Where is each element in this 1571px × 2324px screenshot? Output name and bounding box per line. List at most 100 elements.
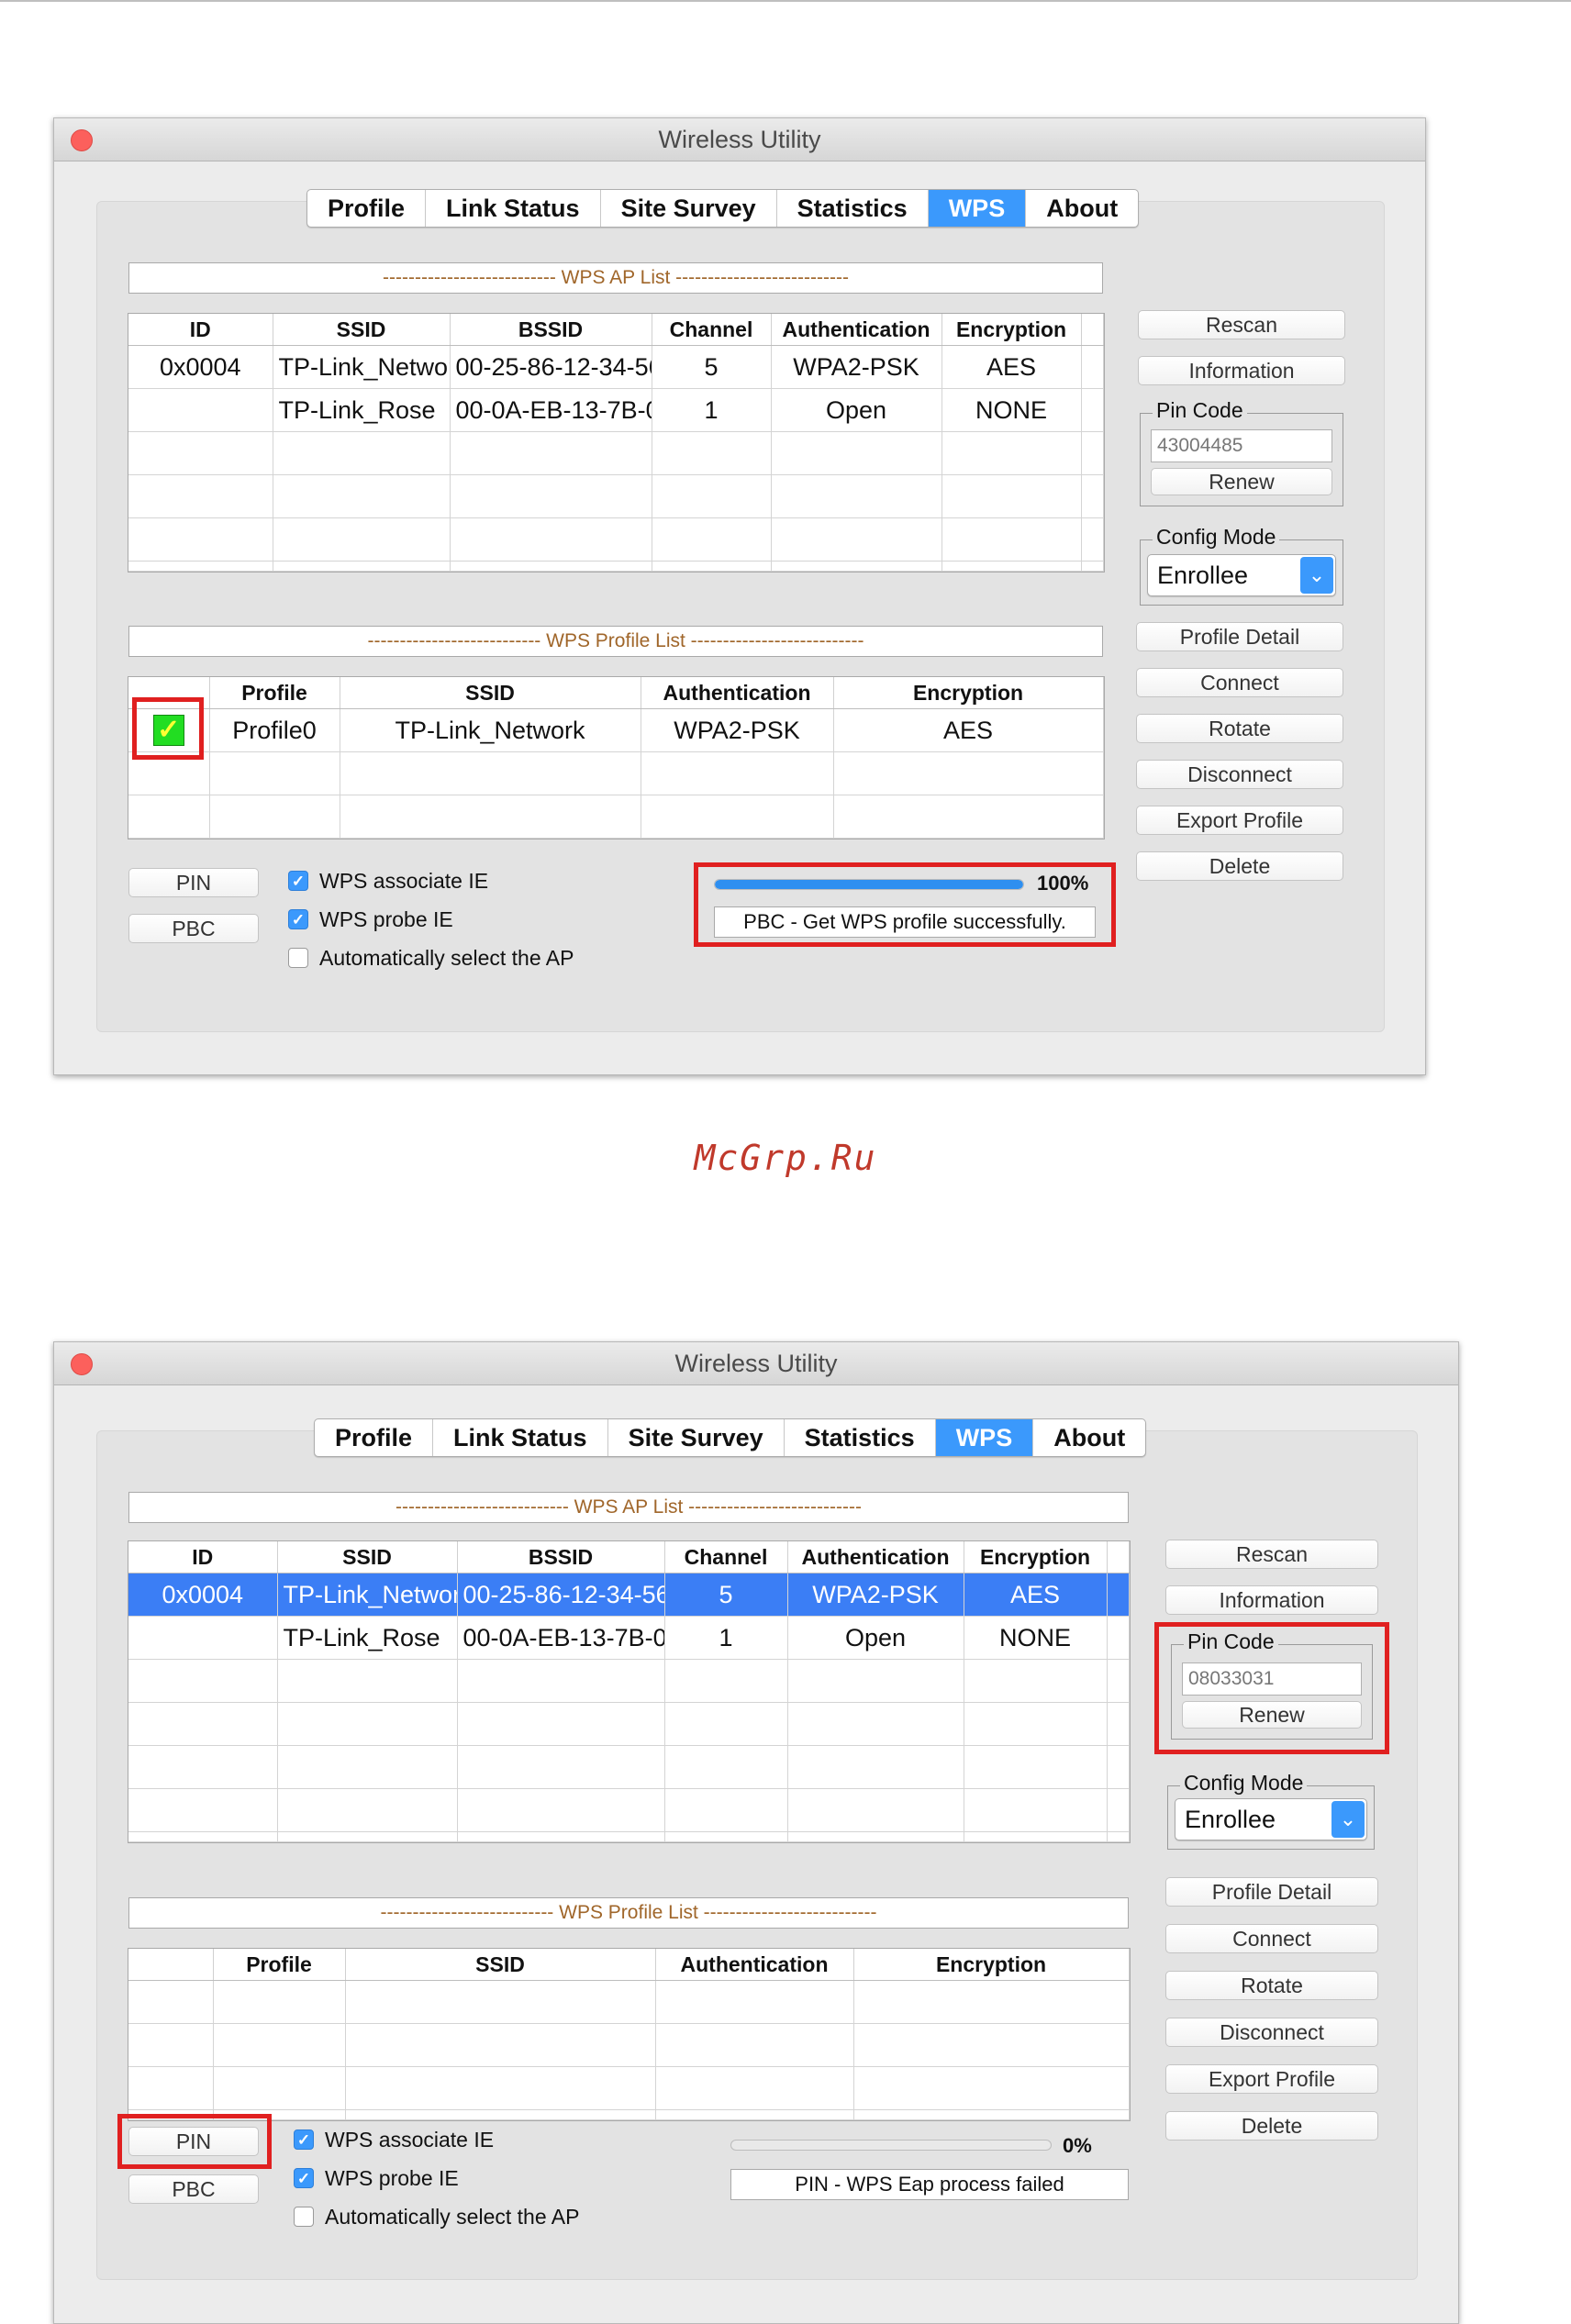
- information-button[interactable]: Information: [1165, 1585, 1378, 1615]
- ap-auth-cell: WPA2-PSK: [771, 345, 942, 389]
- column-header-ssid[interactable]: SSID: [273, 314, 451, 346]
- renew-button[interactable]: Renew: [1151, 468, 1332, 495]
- auto-select-ap-checkbox[interactable]: Automatically select the AP: [288, 943, 574, 973]
- empty-row: [128, 474, 1104, 518]
- tab-wps[interactable]: WPS: [928, 190, 1027, 227]
- tab-bar: Profile Link Status Site Survey Statisti…: [306, 189, 1140, 228]
- delete-button[interactable]: Delete: [1165, 2111, 1378, 2141]
- column-header-id[interactable]: ID: [128, 314, 273, 346]
- profile-detail-button[interactable]: Profile Detail: [1136, 622, 1343, 651]
- export-profile-button[interactable]: Export Profile: [1165, 2064, 1378, 2094]
- wps-associate-ie-checkbox[interactable]: ✓ WPS associate IE: [294, 2125, 494, 2154]
- window-titlebar: Wireless Utility: [54, 118, 1425, 161]
- empty-row: [128, 1788, 1130, 1832]
- close-window-icon[interactable]: [71, 1353, 93, 1375]
- tab-profile[interactable]: Profile: [315, 1419, 434, 1456]
- ap-ssid-cell: TP-Link_Network: [273, 345, 451, 389]
- tab-site-survey[interactable]: Site Survey: [601, 190, 777, 227]
- column-header-id[interactable]: ID: [128, 1541, 278, 1573]
- column-header-encryption[interactable]: Encryption: [941, 314, 1082, 346]
- pbc-button[interactable]: PBC: [128, 2174, 259, 2204]
- tab-about[interactable]: About: [1033, 1419, 1145, 1456]
- column-header-authentication[interactable]: Authentication: [771, 314, 942, 346]
- tab-link-status[interactable]: Link Status: [433, 1419, 608, 1456]
- column-header-encryption[interactable]: Encryption: [853, 1949, 1130, 1981]
- table-row[interactable]: ✓ Profile0 TP-Link_Network WPA2-PSK AES: [128, 708, 1104, 752]
- wps-ap-list-table: ID SSID BSSID Channel Authentication Enc…: [128, 1540, 1131, 1843]
- column-header-channel[interactable]: Channel: [652, 314, 772, 346]
- information-button[interactable]: Information: [1138, 356, 1345, 385]
- column-header-ssid[interactable]: SSID: [340, 677, 641, 709]
- empty-row: [128, 2023, 1130, 2067]
- tab-wps[interactable]: WPS: [935, 1419, 1034, 1456]
- tab-statistics[interactable]: Statistics: [777, 190, 929, 227]
- page-top-rule: [0, 0, 1571, 2]
- tab-site-survey[interactable]: Site Survey: [608, 1419, 785, 1456]
- column-header-authentication[interactable]: Authentication: [655, 1949, 854, 1981]
- highlight-box: [132, 697, 204, 760]
- watermark-text: McGrp.Ru: [694, 1138, 877, 1178]
- checkbox-label: WPS associate IE: [325, 2127, 495, 2152]
- ap-channel-cell: 1: [652, 388, 772, 432]
- rotate-button[interactable]: Rotate: [1136, 714, 1343, 743]
- close-window-icon[interactable]: [71, 129, 93, 151]
- wps-probe-ie-checkbox[interactable]: ✓ WPS probe IE: [294, 2163, 459, 2193]
- column-header-ssid[interactable]: SSID: [345, 1949, 656, 1981]
- column-header-status: [128, 1949, 214, 1981]
- column-header-authentication[interactable]: Authentication: [641, 677, 834, 709]
- connect-button[interactable]: Connect: [1136, 668, 1343, 697]
- table-row-selected[interactable]: 0x0004 TP-Link_Network 00-25-86-12-34-56…: [128, 1573, 1130, 1617]
- ap-id-cell: [128, 388, 273, 432]
- wps-probe-ie-checkbox[interactable]: ✓ WPS probe IE: [288, 905, 453, 934]
- wps-associate-ie-checkbox[interactable]: ✓ WPS associate IE: [288, 866, 488, 895]
- ap-encryption-cell: NONE: [941, 388, 1082, 432]
- highlight-box: [1154, 1622, 1389, 1754]
- column-header-bssid[interactable]: BSSID: [450, 314, 652, 346]
- wireless-utility-window-1: Wireless Utility Profile Link Status Sit…: [53, 117, 1426, 1075]
- column-header-authentication[interactable]: Authentication: [787, 1541, 964, 1573]
- column-header-encryption[interactable]: Encryption: [964, 1541, 1108, 1573]
- pbc-button[interactable]: PBC: [128, 914, 259, 943]
- column-header-channel[interactable]: Channel: [664, 1541, 788, 1573]
- export-profile-button[interactable]: Export Profile: [1136, 806, 1343, 835]
- config-mode-select[interactable]: Enrollee ⌄: [1147, 554, 1336, 596]
- table-row[interactable]: TP-Link_Rose 00-0A-EB-13-7B-00 1 Open NO…: [128, 1616, 1130, 1660]
- connect-button[interactable]: Connect: [1165, 1924, 1378, 1953]
- column-header-profile[interactable]: Profile: [209, 677, 340, 709]
- tab-about[interactable]: About: [1026, 190, 1138, 227]
- column-header-profile[interactable]: Profile: [213, 1949, 346, 1981]
- table-header-row: ID SSID BSSID Channel Authentication Enc…: [128, 1541, 1130, 1573]
- ap-encryption-cell: AES: [964, 1573, 1108, 1617]
- rescan-button[interactable]: Rescan: [1165, 1540, 1378, 1569]
- empty-row: [128, 751, 1104, 795]
- disconnect-button[interactable]: Disconnect: [1165, 2018, 1378, 2047]
- ap-auth-cell: Open: [787, 1616, 964, 1660]
- disconnect-button[interactable]: Disconnect: [1136, 760, 1343, 789]
- ap-id-cell: [128, 1616, 278, 1660]
- tab-profile[interactable]: Profile: [307, 190, 427, 227]
- ap-channel-cell: 5: [652, 345, 772, 389]
- wps-progress-percent: 0%: [1063, 2134, 1092, 2157]
- wps-progress-bar: [730, 2140, 1052, 2151]
- table-row[interactable]: TP-Link_Rose 00-0A-EB-13-7B-00 1 Open NO…: [128, 388, 1104, 432]
- tab-statistics[interactable]: Statistics: [785, 1419, 936, 1456]
- column-header-bssid[interactable]: BSSID: [457, 1541, 665, 1573]
- window-titlebar: Wireless Utility: [54, 1342, 1458, 1385]
- auto-select-ap-checkbox[interactable]: Automatically select the AP: [294, 2202, 579, 2231]
- table-header-row: ID SSID BSSID Channel Authentication Enc…: [128, 314, 1104, 346]
- column-header-ssid[interactable]: SSID: [277, 1541, 458, 1573]
- table-header-row: Profile SSID Authentication Encryption: [128, 677, 1104, 709]
- column-header-encryption[interactable]: Encryption: [833, 677, 1104, 709]
- tab-link-status[interactable]: Link Status: [426, 190, 601, 227]
- config-mode-select[interactable]: Enrollee ⌄: [1175, 1798, 1367, 1840]
- tab-bar: Profile Link Status Site Survey Statisti…: [314, 1418, 1147, 1457]
- pin-code-field[interactable]: 43004485: [1151, 429, 1332, 462]
- pin-button[interactable]: PIN: [128, 868, 259, 897]
- rotate-button[interactable]: Rotate: [1165, 1971, 1378, 2000]
- profile-detail-button[interactable]: Profile Detail: [1165, 1877, 1378, 1907]
- checkbox-label: Automatically select the AP: [319, 945, 574, 970]
- table-row[interactable]: 0x0004 TP-Link_Network 00-25-86-12-34-56…: [128, 345, 1104, 389]
- rescan-button[interactable]: Rescan: [1138, 310, 1345, 339]
- delete-button[interactable]: Delete: [1136, 851, 1343, 881]
- checkbox-label: WPS probe IE: [325, 2165, 459, 2190]
